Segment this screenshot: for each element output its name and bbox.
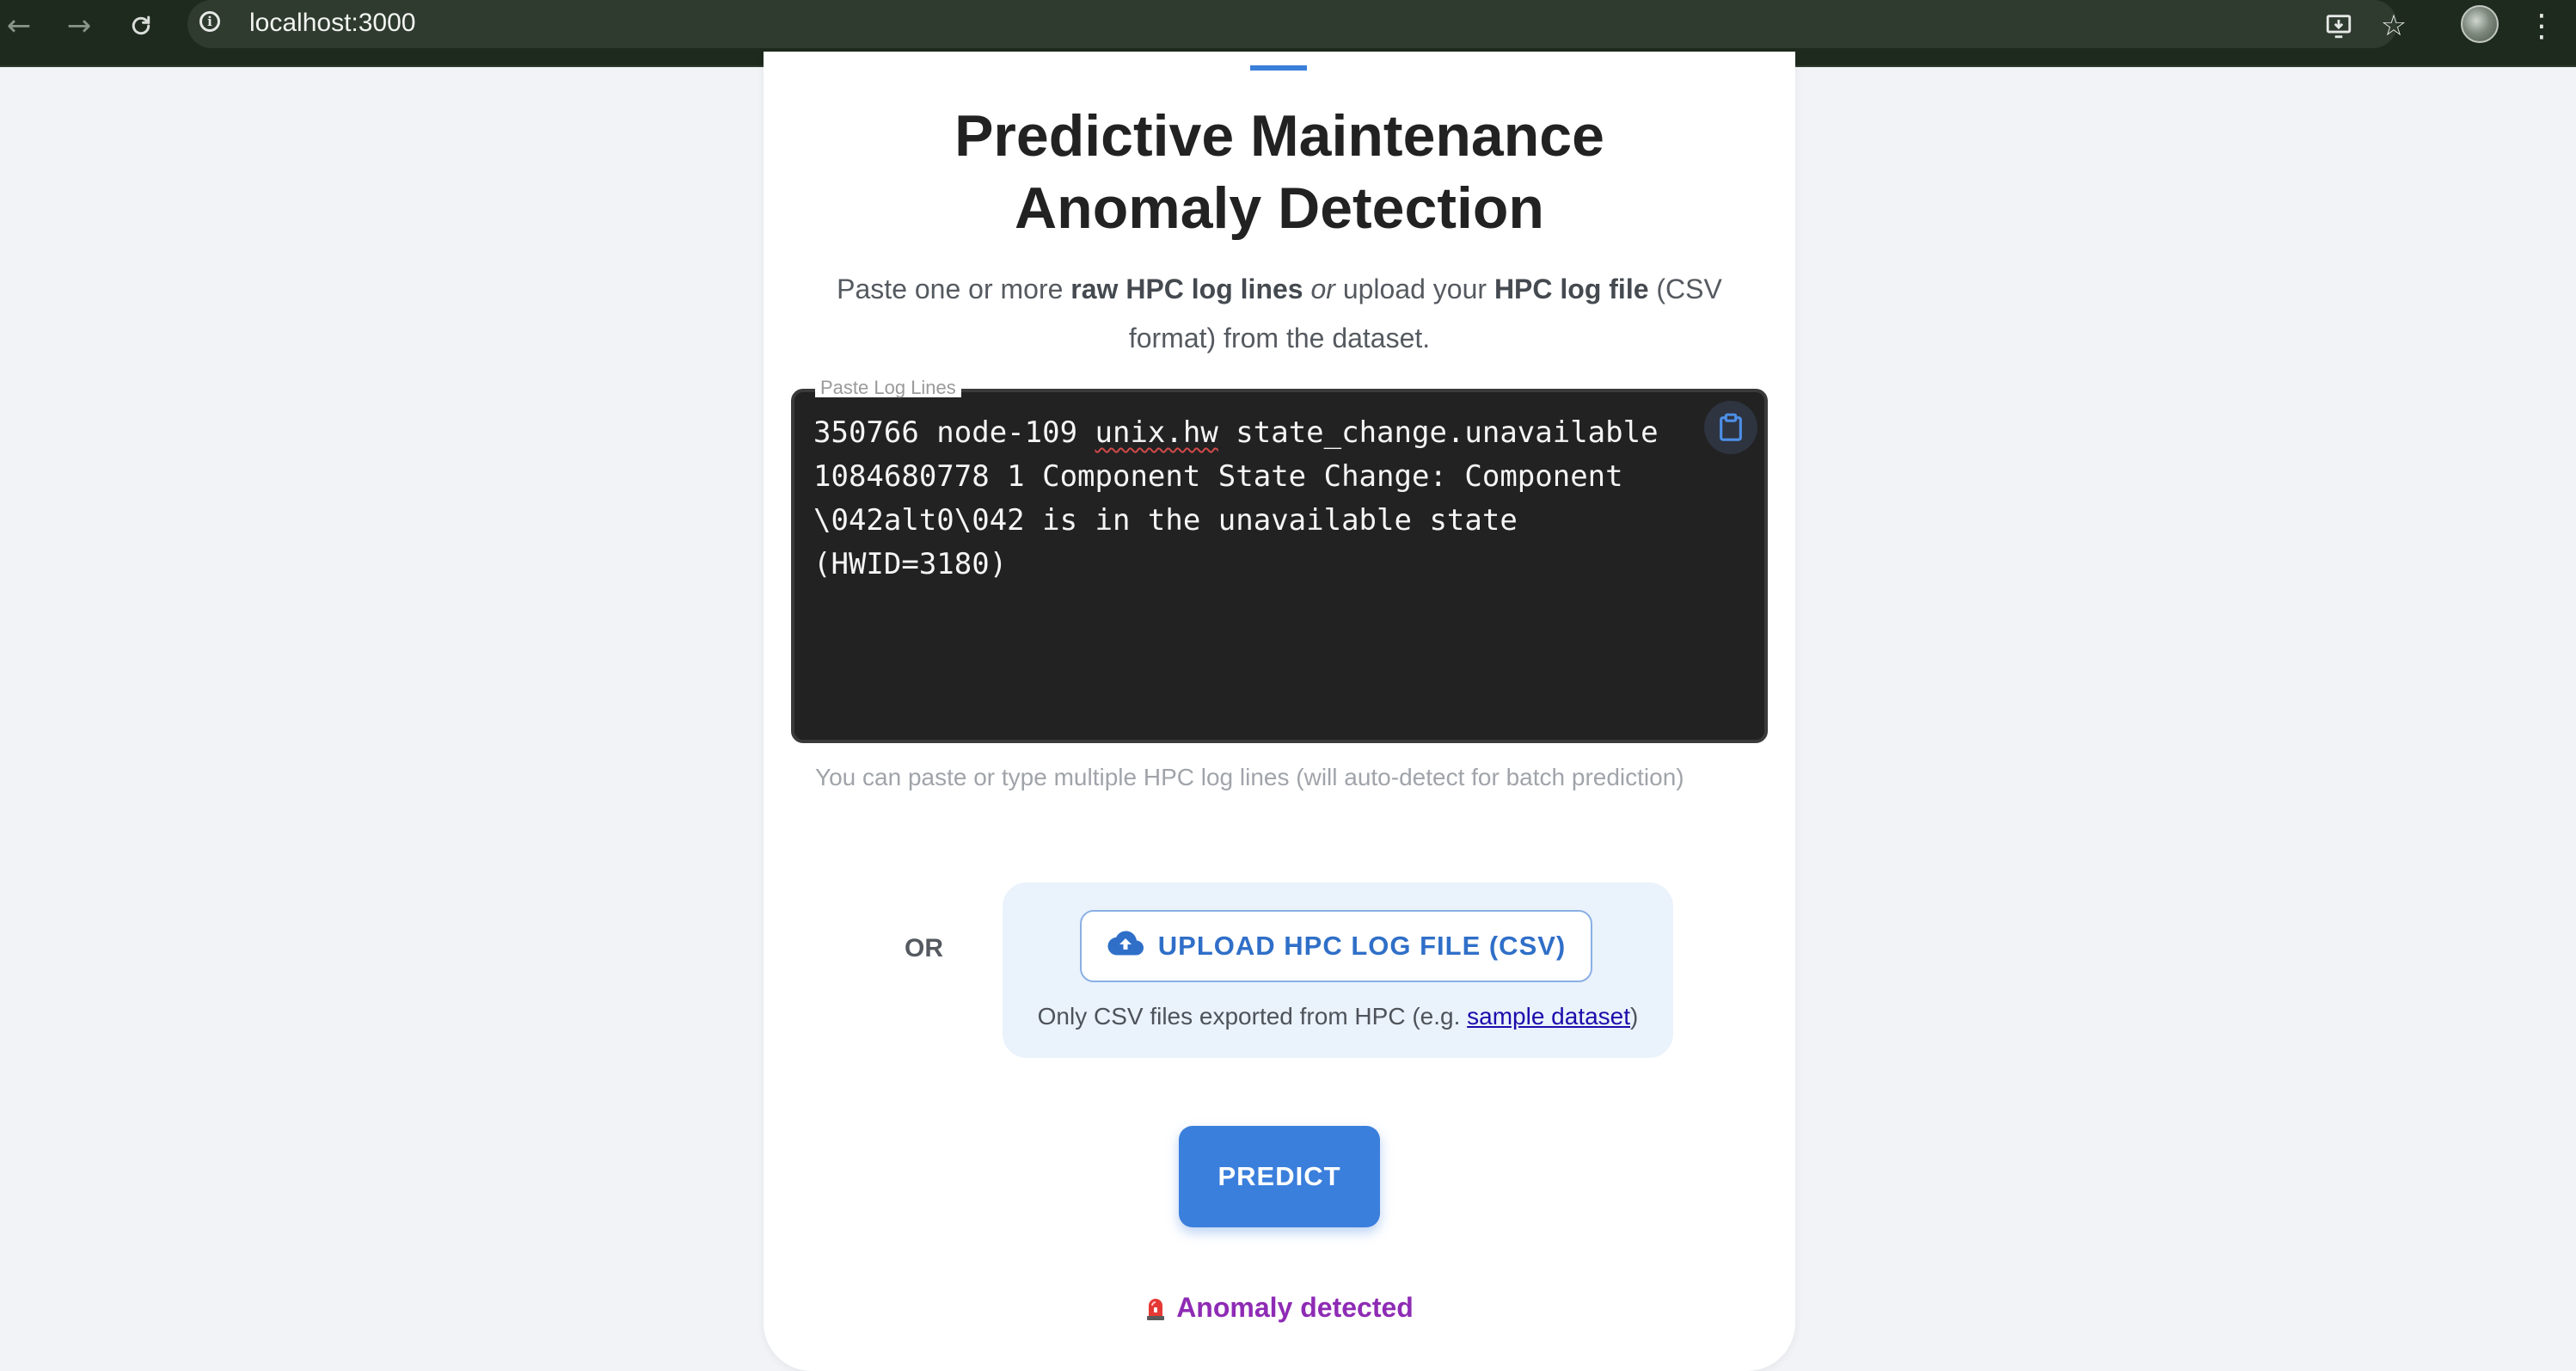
address-bar[interactable]: i localhost:3000	[187, 0, 2397, 48]
page-title: Predictive Maintenance Anomaly Detection	[764, 100, 1795, 244]
log-value-spellcheck-word: unix.hw	[1095, 415, 1218, 450]
upload-note-end: )	[1630, 1003, 1639, 1030]
upload-note: Only CSV files exported from HPC (e.g. s…	[1003, 1003, 1673, 1030]
log-lines-label: Paste Log Lines	[815, 378, 961, 397]
intro-bold-log-file: HPC log file	[1493, 274, 1649, 304]
main-card: Predictive Maintenance Anomaly Detection…	[764, 52, 1795, 1371]
log-helper-text: You can paste or type multiple HPC log l…	[815, 764, 1684, 790]
kebab-menu-icon[interactable]: ⋮	[2521, 5, 2562, 46]
predict-button[interactable]: PREDICT	[1179, 1126, 1380, 1227]
bookmark-star-icon[interactable]: ☆	[2373, 5, 2414, 46]
profile-avatar[interactable]	[2461, 5, 2499, 43]
install-app-icon[interactable]	[2318, 5, 2359, 46]
back-arrow-icon[interactable]: ←	[0, 7, 38, 45]
sample-dataset-link[interactable]: sample dataset	[1467, 1003, 1630, 1030]
log-lines-textarea[interactable]: 350766 node-109 unix.hw state_change.una…	[791, 389, 1768, 743]
intro-part-1: Paste one or more	[837, 274, 1071, 304]
prediction-result: Anomaly detected	[764, 1292, 1795, 1324]
forward-arrow-icon[interactable]: →	[60, 7, 98, 45]
header-accent-bar	[1250, 65, 1307, 71]
intro-bold-raw-lines: raw HPC log lines	[1070, 274, 1303, 304]
title-line-1: Predictive Maintenance	[954, 103, 1604, 169]
result-text: Anomaly detected	[1176, 1292, 1414, 1323]
or-divider-label: OR	[905, 934, 943, 962]
upload-button-label: UPLOAD HPC LOG FILE (CSV)	[1157, 931, 1567, 961]
reload-icon[interactable]	[122, 7, 160, 45]
upload-panel: UPLOAD HPC LOG FILE (CSV) Only CSV files…	[1003, 882, 1673, 1058]
log-value-start: 350766 node-109	[813, 415, 1095, 450]
site-info-icon[interactable]: i	[199, 11, 220, 32]
clipboard-icon[interactable]	[1704, 401, 1757, 454]
intro-part-2: upload your	[1342, 274, 1494, 304]
intro-text: Paste one or more raw HPC log lines or u…	[815, 265, 1744, 363]
alarm-siren-icon	[1145, 1295, 1166, 1321]
log-lines-value[interactable]: 350766 node-109 unix.hw state_change.una…	[813, 411, 1708, 587]
cloud-upload-icon	[1107, 929, 1144, 963]
upload-note-text: Only CSV files exported from HPC (e.g.	[1037, 1003, 1468, 1030]
upload-csv-button[interactable]: UPLOAD HPC LOG FILE (CSV)	[1080, 910, 1592, 982]
url-text[interactable]: localhost:3000	[249, 9, 415, 38]
intro-italic-or: or	[1303, 274, 1343, 304]
title-line-2: Anomaly Detection	[1015, 175, 1544, 241]
